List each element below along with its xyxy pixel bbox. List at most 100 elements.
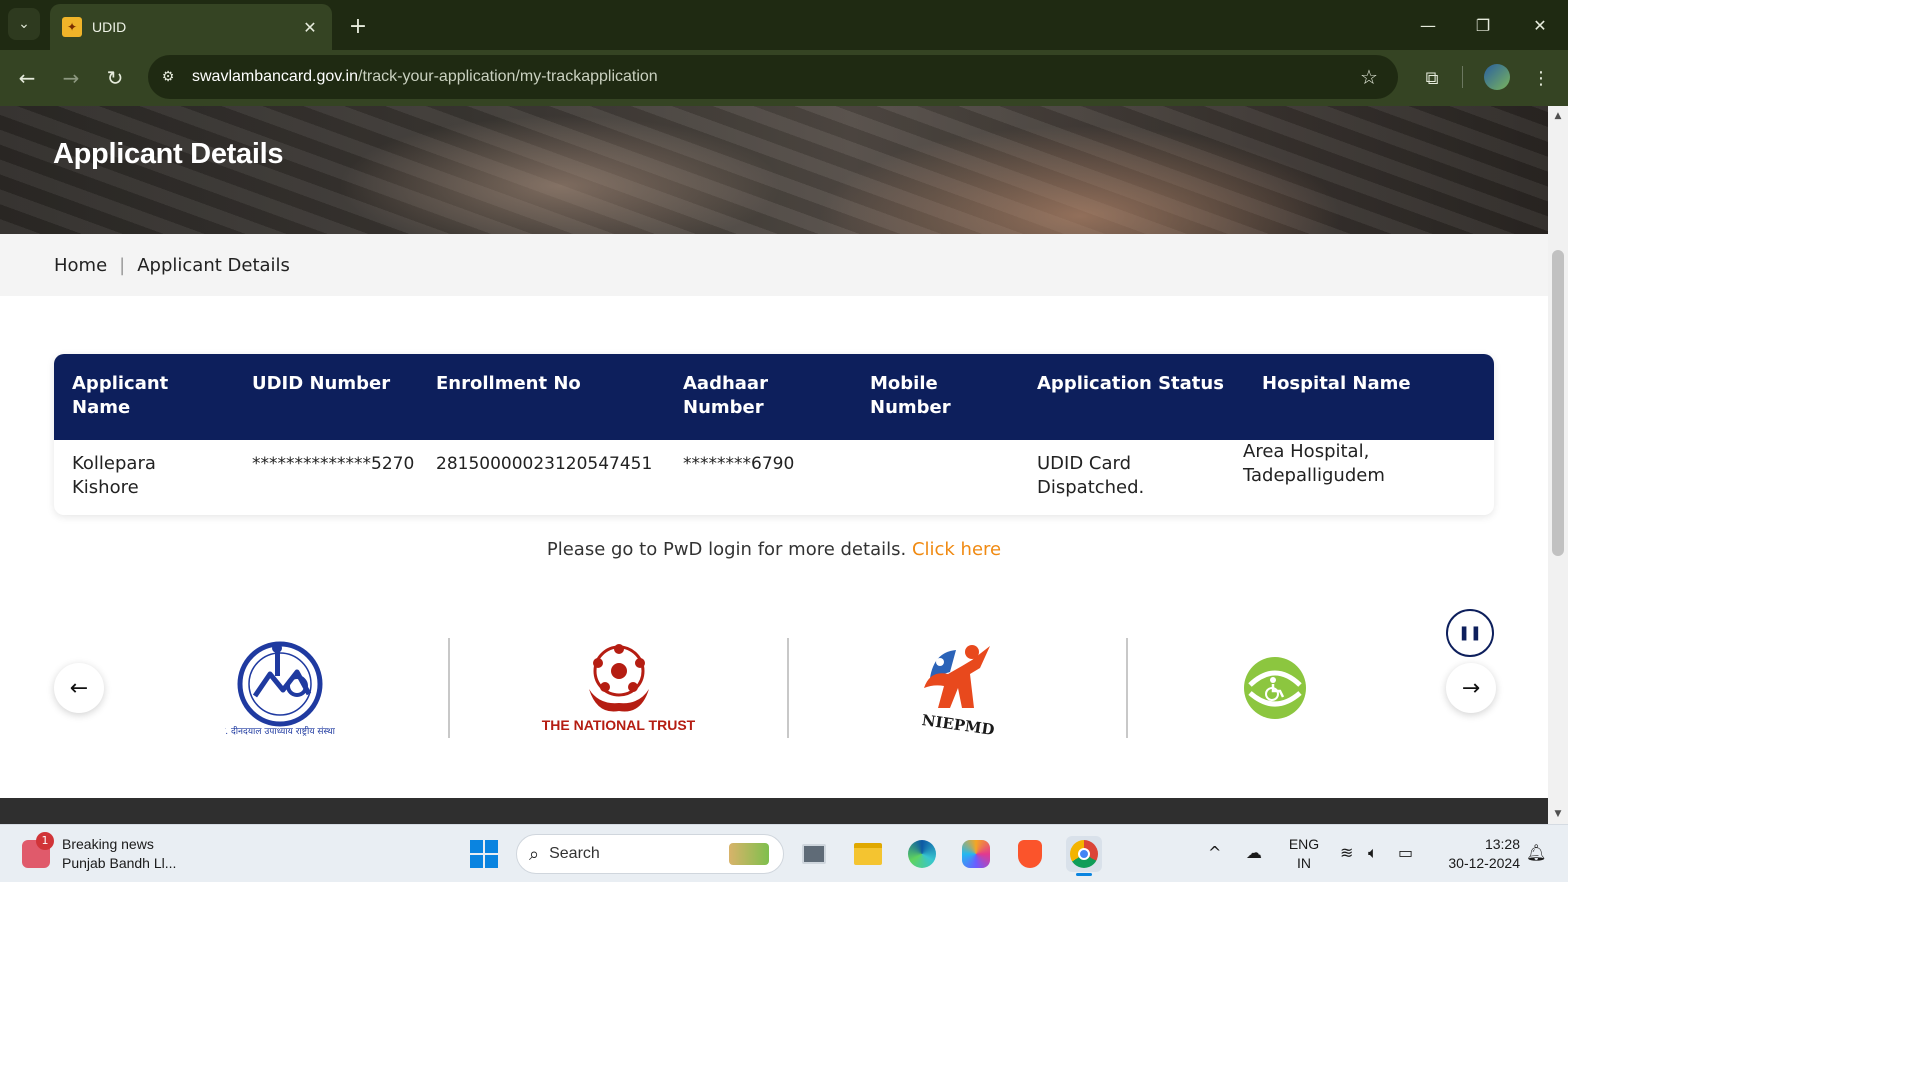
carousel-pause-button[interactable]: ❚❚ — [1446, 609, 1494, 657]
accessibility-partner-logo[interactable] — [1128, 638, 1422, 738]
table-header-row: Applicant Name UDID Number Enrollment No… — [54, 354, 1494, 440]
click-here-link[interactable]: Click here — [912, 539, 1001, 560]
header-enrollment-no: Enrollment No — [436, 373, 581, 394]
profile-avatar[interactable] — [1484, 64, 1510, 90]
header-aadhaar-number: Aadhaar Number — [683, 373, 768, 418]
minimize-window-icon[interactable]: — — [1408, 8, 1448, 42]
nirtar-emblem-icon: पं. दीनदयाल उपाध्याय राष्ट्रीय संस्थान — [225, 641, 335, 737]
header-application-status: Application Status — [1037, 373, 1224, 394]
tab-search-chevron-icon[interactable]: ⌄ — [8, 8, 40, 40]
header-applicant-name: Applicant Name — [72, 373, 169, 418]
news-subtitle: Punjab Bandh Ll... — [62, 855, 177, 871]
wifi-icon[interactable]: ≋ — [1340, 843, 1353, 862]
copilot-icon — [962, 840, 990, 868]
hero-banner: Applicant Details — [0, 106, 1548, 234]
clock-date: 30-12-2024 — [1448, 855, 1520, 871]
cell-applicant-name: Kollepara Kishore — [72, 453, 156, 498]
restore-window-icon[interactable]: ❐ — [1463, 8, 1503, 42]
svg-text:NIEPMD: NIEPMD — [920, 711, 995, 738]
folder-icon — [854, 843, 882, 865]
scroll-up-arrow-icon[interactable]: ▲ — [1548, 108, 1568, 124]
carousel-next-button[interactable]: → — [1446, 663, 1496, 713]
browser-menu-kebab-icon[interactable]: ⋮ — [1525, 62, 1557, 94]
cell-enrollment-no: 281500000231205474​51 — [436, 454, 653, 474]
footer — [0, 798, 1548, 824]
news-title: Breaking news — [62, 836, 154, 852]
arrow-left-icon: ← — [69, 675, 89, 701]
file-explorer-button[interactable] — [850, 836, 886, 872]
arrow-right-icon: → — [1461, 675, 1481, 701]
new-tab-plus-icon[interactable]: + — [344, 12, 372, 40]
battery-icon[interactable]: ▭ — [1398, 843, 1413, 862]
copilot-button[interactable] — [958, 836, 994, 872]
task-view-button[interactable] — [796, 836, 832, 872]
browser-tab-udid[interactable]: ✦ UDID ✕ — [50, 4, 332, 50]
tab-close-icon[interactable]: ✕ — [300, 18, 320, 37]
close-window-icon[interactable]: ✕ — [1520, 8, 1560, 42]
tab-title: UDID — [92, 19, 127, 35]
national-trust-logo[interactable]: THE NATIONAL TRUST — [450, 638, 787, 738]
browser-tab-strip: ⌄ ✦ UDID ✕ + — ❐ ✕ — [0, 0, 1568, 50]
address-bar[interactable]: ⚙ swavlambancard.gov.in/track-your-appli… — [148, 55, 1398, 99]
brave-button[interactable] — [1012, 836, 1048, 872]
toolbar-divider — [1462, 66, 1463, 88]
task-view-icon — [802, 844, 826, 864]
onedrive-cloud-icon[interactable]: ☁ — [1246, 843, 1262, 862]
brave-lion-icon — [1018, 840, 1042, 868]
url-text[interactable]: swavlambancard.gov.in/track-your-applica… — [192, 68, 1354, 86]
chrome-icon — [1070, 840, 1098, 868]
search-highlight-icon — [729, 843, 769, 865]
clock[interactable]: 13:28 30-12-2024 — [1434, 835, 1520, 873]
start-button[interactable] — [466, 836, 502, 872]
windows-logo-icon — [470, 840, 498, 868]
edge-browser-icon — [908, 840, 936, 868]
page-viewport: Applicant Details Home | Applicant Detai… — [0, 106, 1548, 824]
applicant-table: Applicant Name UDID Number Enrollment No… — [54, 354, 1494, 515]
cell-udid-number: **************5270 — [252, 454, 415, 474]
page-title: Applicant Details — [53, 138, 284, 170]
niepmd-emblem-icon: NIEPMD — [920, 645, 995, 738]
breadcrumb-current: Applicant Details — [137, 254, 290, 276]
carousel-prev-button[interactable]: ← — [54, 663, 104, 713]
breadcrumb-separator: | — [119, 254, 126, 276]
extensions-puzzle-icon[interactable]: ⧉ — [1416, 62, 1448, 94]
forward-arrow-icon[interactable]: → — [55, 62, 87, 94]
language-code: ENG — [1288, 836, 1320, 852]
breadcrumb: Home | Applicant Details — [0, 234, 1548, 296]
windows-taskbar: 1 Breaking news Punjab Bandh Ll... ⌕ Sea… — [0, 824, 1568, 882]
national-trust-emblem-icon — [588, 644, 649, 712]
pwd-login-text: Please go to PwD login for more details. — [546, 539, 907, 560]
udid-favicon-icon: ✦ — [62, 17, 82, 37]
search-icon: ⌕ — [529, 843, 540, 865]
news-widget-icon: 1 — [22, 832, 54, 868]
cell-hospital-name: Area Hospital, Tadepalligudem — [1243, 441, 1385, 486]
taskbar-search[interactable]: ⌕ Search — [516, 834, 784, 874]
url-path: /track-your-application/my-trackapplicat… — [358, 68, 658, 85]
bookmark-star-icon[interactable]: ☆ — [1354, 65, 1384, 89]
breadcrumb-home-link[interactable]: Home — [54, 255, 107, 276]
header-udid-number: UDID Number — [252, 373, 391, 394]
pwd-login-notice: Please go to PwD login for more details.… — [0, 539, 1548, 560]
site-info-icon[interactable]: ⚙ — [154, 63, 182, 91]
cell-aadhaar-number: ********6790 — [683, 454, 795, 474]
page-scrollbar[interactable]: ▲ ▼ — [1548, 106, 1568, 824]
scroll-down-arrow-icon[interactable]: ▼ — [1548, 806, 1568, 822]
nirtar-logo[interactable]: पं. दीनदयाल उपाध्याय राष्ट्रीय संस्थान — [112, 638, 448, 738]
scrollbar-thumb[interactable] — [1552, 250, 1564, 556]
show-hidden-icons-chevron-icon[interactable]: ^ — [1208, 843, 1221, 862]
chrome-button[interactable] — [1066, 836, 1102, 876]
niepmd-logo[interactable]: NIEPMD — [789, 638, 1126, 738]
svg-text:पं. दीनदयाल उपाध्याय राष्ट्रीय: पं. दीनदयाल उपाध्याय राष्ट्रीय संस्थान — [225, 725, 335, 737]
pause-icon: ❚❚ — [1458, 625, 1482, 641]
notifications-bell-icon[interactable]: 🔔︎ — [1526, 843, 1546, 862]
accessibility-green-emblem-icon — [1244, 657, 1306, 719]
cell-application-status: UDID Card Dispatched. — [1037, 453, 1145, 498]
back-arrow-icon[interactable]: ← — [11, 62, 43, 94]
volume-icon[interactable]: 🔈︎ — [1368, 843, 1378, 863]
edge-button[interactable] — [904, 836, 940, 872]
news-widget[interactable]: 1 Breaking news Punjab Bandh Ll... — [22, 832, 177, 873]
reload-icon[interactable]: ↻ — [99, 62, 131, 94]
region-code: IN — [1297, 855, 1311, 871]
language-indicator[interactable]: ENG IN — [1288, 835, 1320, 873]
search-label: Search — [549, 845, 600, 862]
